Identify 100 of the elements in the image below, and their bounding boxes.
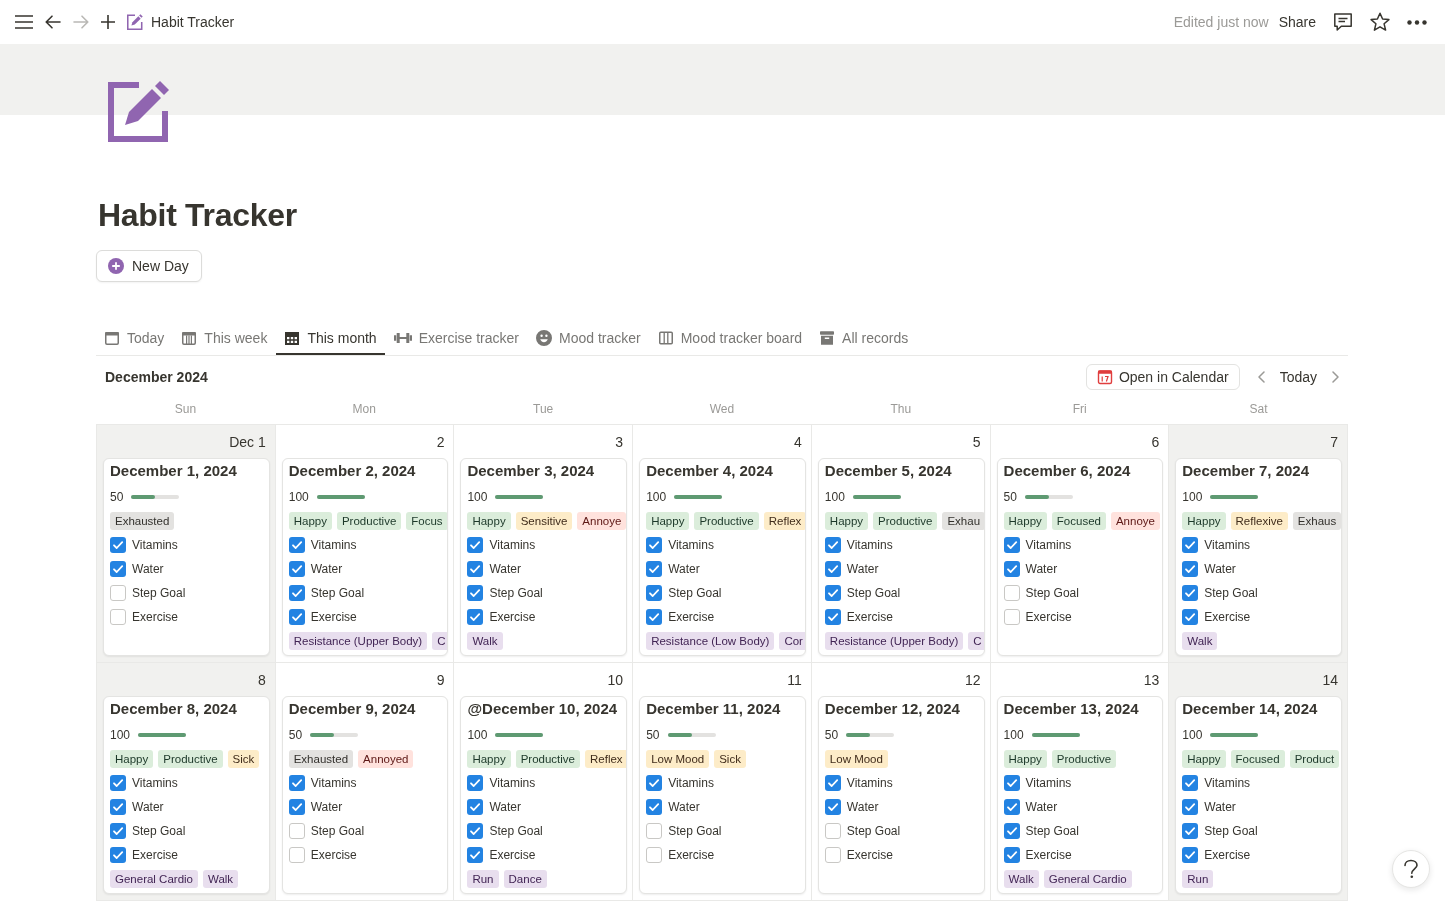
- chevron-left-icon[interactable]: [1256, 371, 1265, 383]
- entry-card[interactable]: December 4, 2024 100 Happy Productive Reflex Vitamins Water Step Goal Exercise Resistance (Low Body) Cor: [639, 458, 806, 656]
- checkbox[interactable]: [646, 775, 663, 791]
- edit-icon: [108, 80, 170, 142]
- checkbox[interactable]: [646, 609, 663, 625]
- mood-tag: Happy: [467, 512, 511, 530]
- checkbox[interactable]: [646, 847, 663, 863]
- checkbox[interactable]: [467, 561, 484, 577]
- comment-icon[interactable]: [1333, 12, 1353, 32]
- checkbox[interactable]: [1182, 823, 1199, 839]
- checkbox[interactable]: [110, 537, 126, 553]
- arrow-left-icon[interactable]: [45, 15, 61, 29]
- view-tab[interactable]: This month: [276, 320, 385, 355]
- checkbox[interactable]: [288, 847, 305, 863]
- checkbox[interactable]: [646, 585, 663, 601]
- checkbox[interactable]: [467, 609, 484, 625]
- checkbox[interactable]: [110, 585, 126, 601]
- mood-tag: Annoye: [577, 512, 627, 530]
- checkbox[interactable]: [110, 561, 126, 577]
- checkbox[interactable]: [1003, 537, 1020, 553]
- mood-tag: Happy: [1003, 750, 1047, 768]
- view-tab[interactable]: All records: [811, 320, 917, 355]
- checkbox[interactable]: [467, 537, 484, 553]
- entry-card[interactable]: December 1, 2024 50 Exhausted Vitamins Water Step Goal Exercise: [103, 458, 270, 656]
- checkbox[interactable]: [110, 775, 126, 791]
- checkbox[interactable]: [288, 585, 305, 601]
- entry-card[interactable]: December 11, 2024 50 Low Mood Sick Vitamins Water Step Goal Exercise: [639, 696, 806, 894]
- checkbox[interactable]: [467, 823, 484, 839]
- checkbox[interactable]: [1003, 609, 1020, 625]
- entry-card[interactable]: December 8, 2024 100 Happy Productive Sick Vitamins Water Step Goal Exercise General Cardio Walk: [103, 696, 270, 894]
- checkbox[interactable]: [467, 775, 484, 791]
- share-button[interactable]: Share: [1278, 14, 1316, 30]
- checkbox[interactable]: [824, 585, 841, 601]
- exercise-tag: Run: [1182, 870, 1214, 888]
- entry-card[interactable]: December 5, 2024 100 Happy Productive Exhau Vitamins Water Step Goal Exercise Resistance (Upper Body) C: [817, 458, 985, 656]
- entry-card[interactable]: December 6, 2024 50 Happy Focused Annoye Vitamins Water Step Goal Exercise: [996, 458, 1164, 656]
- checkbox[interactable]: [1182, 537, 1199, 553]
- checkbox[interactable]: [110, 847, 126, 863]
- checkbox[interactable]: [646, 799, 663, 815]
- entry-card[interactable]: December 7, 2024 100 Happy Reflexive Exhaus Vitamins Water Step Goal Exercise Walk: [1175, 458, 1342, 656]
- entry-card[interactable]: December 12, 2024 50 Low Mood Vitamins Water Step Goal Exercise: [817, 696, 985, 894]
- view-tab[interactable]: Mood tracker: [528, 320, 649, 355]
- checkbox[interactable]: [824, 537, 841, 553]
- view-tab[interactable]: Today: [96, 320, 173, 355]
- checkbox[interactable]: [110, 823, 126, 839]
- more-icon[interactable]: [1407, 19, 1427, 25]
- checkbox[interactable]: [1003, 775, 1020, 791]
- view-tab[interactable]: Exercise tracker: [385, 320, 527, 355]
- checkbox[interactable]: [1003, 847, 1020, 863]
- checkbox[interactable]: [824, 823, 841, 839]
- checkbox[interactable]: [1182, 799, 1199, 815]
- habit-label: Exercise: [310, 848, 357, 862]
- checkbox[interactable]: [1182, 561, 1199, 577]
- checkbox[interactable]: [110, 609, 126, 625]
- checkbox[interactable]: [1182, 847, 1199, 863]
- checkbox[interactable]: [646, 823, 663, 839]
- habit-label: Vitamins: [132, 776, 178, 790]
- plus-icon[interactable]: [101, 15, 115, 29]
- today-button[interactable]: Today: [1264, 369, 1332, 385]
- entry-card[interactable]: December 13, 2024 100 Happy Productive Vitamins Water Step Goal Exercise Walk General Cardio: [996, 696, 1164, 894]
- checkbox[interactable]: [288, 537, 305, 553]
- entry-card[interactable]: December 14, 2024 100 Happy Focused Product Vitamins Water Step Goal Exercise Run: [1175, 696, 1342, 894]
- checkbox[interactable]: [1003, 823, 1020, 839]
- checkbox[interactable]: [288, 823, 305, 839]
- checkbox[interactable]: [824, 775, 841, 791]
- chevron-right-icon[interactable]: [1332, 371, 1340, 383]
- checkbox[interactable]: [288, 561, 305, 577]
- view-tab[interactable]: This week: [173, 320, 276, 355]
- checkbox[interactable]: [467, 847, 484, 863]
- star-icon[interactable]: [1370, 12, 1390, 32]
- habit-label: Vitamins: [846, 538, 893, 552]
- checkbox[interactable]: [1182, 609, 1199, 625]
- entry-card[interactable]: December 9, 2024 50 Exhausted Annoyed Vitamins Water Step Goal Exercise: [281, 696, 449, 894]
- checkbox[interactable]: [467, 585, 484, 601]
- checkbox[interactable]: [646, 561, 663, 577]
- entry-card[interactable]: @December 10, 2024 100 Happy Productive Reflex Vitamins Water Step Goal Exercise Run Dance: [460, 696, 628, 894]
- menu-icon[interactable]: [15, 15, 33, 29]
- entry-card[interactable]: December 3, 2024 100 Happy Sensitive Annoye Vitamins Water Step Goal Exercise Walk: [460, 458, 628, 656]
- help-button[interactable]: [1392, 850, 1430, 888]
- checkbox[interactable]: [824, 847, 841, 863]
- entry-card[interactable]: December 2, 2024 100 Happy Productive Focus Vitamins Water Step Goal Exercise Resistance (Upper Body) C: [281, 458, 449, 656]
- checkbox[interactable]: [1003, 561, 1020, 577]
- checkbox[interactable]: [467, 799, 484, 815]
- checkbox[interactable]: [646, 537, 663, 553]
- new-day-button[interactable]: New Day: [96, 250, 202, 282]
- checkbox[interactable]: [110, 799, 126, 815]
- checkbox[interactable]: [824, 561, 841, 577]
- checkbox[interactable]: [824, 799, 841, 815]
- checkbox[interactable]: [288, 609, 305, 625]
- checkbox[interactable]: [288, 775, 305, 791]
- checkbox[interactable]: [1003, 585, 1020, 601]
- checkbox[interactable]: [1182, 585, 1199, 601]
- open-calendar-button[interactable]: Open in Calendar: [1085, 364, 1240, 390]
- view-tab[interactable]: Mood tracker board: [649, 320, 811, 355]
- breadcrumb-title[interactable]: Habit Tracker: [151, 14, 235, 30]
- checkbox[interactable]: [1182, 775, 1199, 791]
- checkbox[interactable]: [288, 799, 305, 815]
- checkbox[interactable]: [824, 609, 841, 625]
- day-number: 9: [436, 671, 445, 688]
- checkbox[interactable]: [1003, 799, 1020, 815]
